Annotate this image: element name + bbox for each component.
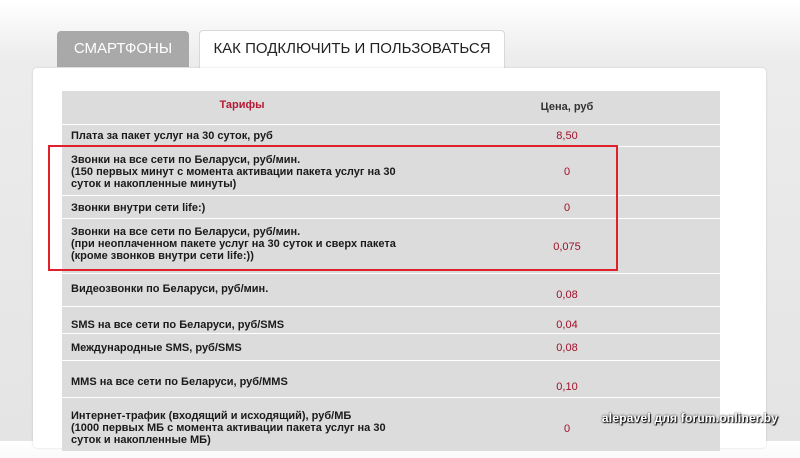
row-label: Звонки внутри сети life:) (71, 202, 206, 214)
table-row: Международные SMS, руб/SMS 0,08 (62, 334, 720, 361)
row-label: SMS на все сети по Беларуси, руб/SMS (71, 319, 285, 331)
table-row: Звонки на все сети по Беларуси, руб/мин.… (62, 219, 720, 274)
table-row: Интернет-трафик (входящий и исходящий), … (62, 398, 720, 458)
row-value: 0 (563, 166, 571, 178)
row-label: Звонки на все сети по Беларуси, руб/мин.… (71, 154, 396, 190)
row-value: 8,50 (556, 130, 578, 142)
table-row: Звонки на все сети по Беларуси, руб/мин.… (62, 147, 720, 196)
watermark: alepavel для forum.onliner.by (601, 411, 778, 425)
row-value: 0,08 (556, 289, 578, 301)
tariff-table: Тарифы Цена, руб Плата за пакет услуг на… (62, 91, 720, 451)
row-label: Видеозвонки по Беларуси, руб/мин. (71, 283, 269, 295)
row-value: 0,04 (556, 319, 578, 331)
table-row: MMS на все сети по Беларуси, руб/MMS 0,1… (62, 361, 720, 398)
row-value: 0,075 (553, 241, 581, 253)
table-row: Видеозвонки по Беларуси, руб/мин. 0,08 (62, 274, 720, 307)
tab-how-to-connect[interactable]: КАК ПОДКЛЮЧИТЬ И ПОЛЬЗОВАТЬСЯ (199, 30, 505, 68)
row-value: 0,08 (556, 342, 578, 354)
table-header-row: Тарифы Цена, руб (62, 91, 720, 125)
table-row: SMS на все сети по Беларуси, руб/SMS 0,0… (62, 307, 720, 334)
row-label: MMS на все сети по Беларуси, руб/MMS (71, 376, 288, 388)
tab-smartphones[interactable]: СМАРТФОНЫ (57, 31, 189, 67)
row-value: 0,10 (556, 381, 578, 393)
header-price: Цена, руб (540, 101, 594, 113)
table-row: Плата за пакет услуг на 30 суток, руб 8,… (62, 125, 720, 147)
row-label: Международные SMS, руб/SMS (71, 342, 242, 354)
table-row: Звонки внутри сети life:) 0 (62, 196, 720, 219)
header-tariffs: Тарифы (219, 99, 265, 111)
row-label: Звонки на все сети по Беларуси, руб/мин.… (71, 226, 396, 262)
row-label: Плата за пакет услуг на 30 суток, руб (71, 130, 273, 142)
row-value: 0 (563, 202, 571, 214)
